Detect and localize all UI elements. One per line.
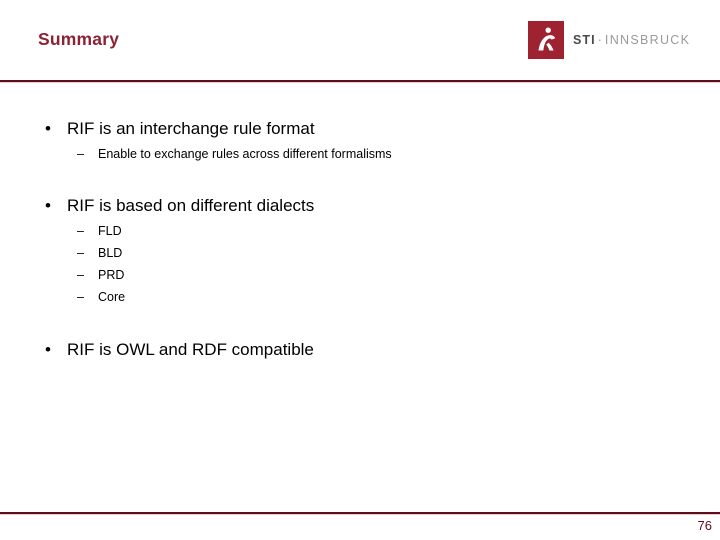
bullet-marker-dash-icon: – <box>77 290 84 304</box>
sti-figure-icon <box>528 21 564 59</box>
bullet-item-level2: – BLD <box>0 242 720 264</box>
bullet-marker-dash-icon: – <box>77 147 84 161</box>
bullet-subtext: Core <box>98 290 126 304</box>
bullet-item-level2: – Enable to exchange rules across differ… <box>0 143 720 165</box>
bullet-item-level2: – PRD <box>0 264 720 286</box>
logo-wordmark: STI · INNSBRUCK <box>573 33 690 47</box>
bullet-item-level2: – FLD <box>0 220 720 242</box>
bullet-item-level1: • RIF is OWL and RDF compatible <box>0 339 720 361</box>
bullet-marker-dash-icon: – <box>77 246 84 260</box>
bullet-text: RIF is based on different dialects <box>67 196 315 215</box>
bullet-marker-dash-icon: – <box>77 268 84 282</box>
bullet-item-level1: • RIF is based on different dialects <box>0 195 720 217</box>
bullet-marker-dot-icon: • <box>45 119 51 138</box>
presentation-slide: Summary STI · INNSBRUCK • RIF is an inte… <box>0 0 720 540</box>
bullet-group-3: • RIF is OWL and RDF compatible <box>0 339 720 361</box>
bullet-text: RIF is OWL and RDF compatible <box>67 340 314 359</box>
header-divider <box>0 80 720 83</box>
footer-divider-light <box>0 514 720 515</box>
bullet-item-level2: – Core <box>0 286 720 308</box>
footer-divider <box>0 512 720 515</box>
bullet-subtext: BLD <box>98 246 123 260</box>
slide-title: Summary <box>38 29 120 49</box>
bullet-marker-dot-icon: • <box>45 196 51 215</box>
bullet-group-1: • RIF is an interchange rule format – En… <box>0 118 720 165</box>
bullet-item-level1: • RIF is an interchange rule format <box>0 118 720 140</box>
logo-separator-dot: · <box>597 33 602 47</box>
page-number: 76 <box>697 518 712 533</box>
bullet-subtext: FLD <box>98 224 122 238</box>
bullet-subtext: PRD <box>98 268 125 282</box>
logo-name-sti: STI <box>573 33 596 47</box>
header-divider-light <box>0 82 720 83</box>
bullet-group-2: • RIF is based on different dialects – F… <box>0 195 720 308</box>
slide-body: • RIF is an interchange rule format – En… <box>0 118 720 361</box>
bullet-marker-dot-icon: • <box>45 340 51 359</box>
logo-name-innsbruck: INNSBRUCK <box>604 33 691 47</box>
sti-innsbruck-logo: STI · INNSBRUCK <box>528 20 690 60</box>
bullet-subtext: Enable to exchange rules across differen… <box>98 147 392 161</box>
bullet-text: RIF is an interchange rule format <box>67 119 315 138</box>
bullet-marker-dash-icon: – <box>77 224 84 238</box>
